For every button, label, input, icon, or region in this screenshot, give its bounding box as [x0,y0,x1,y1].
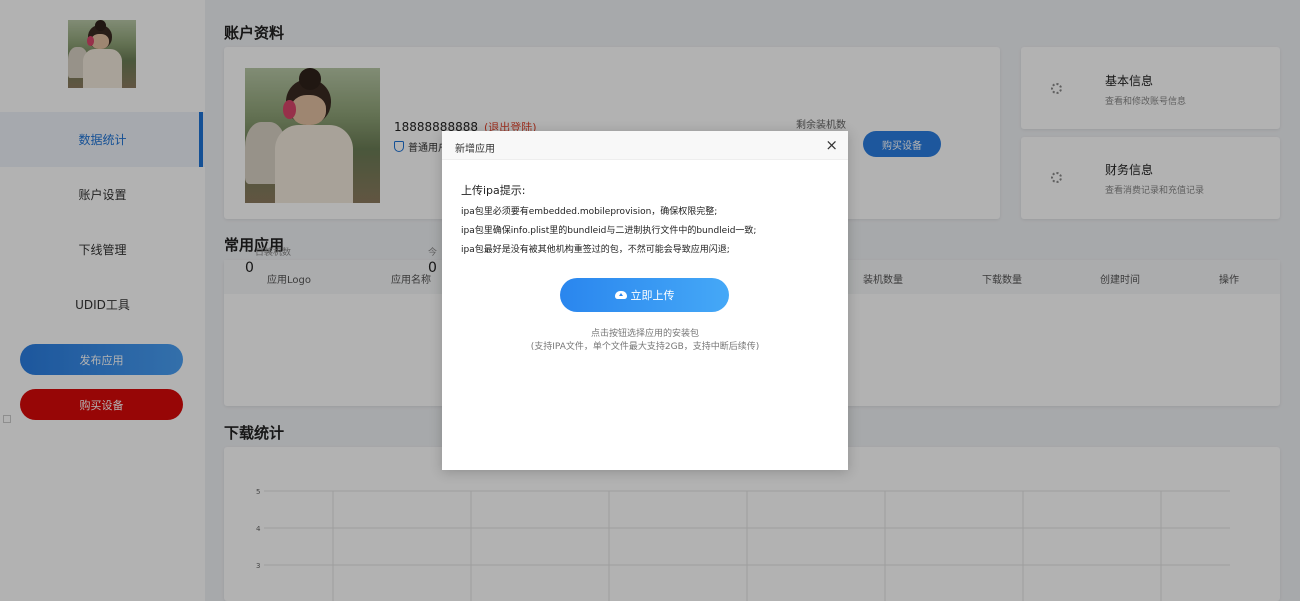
upload-tip-2: ipa包里确保info.plist里的bundleid与二进制执行文件中的bun… [461,226,757,236]
upload-tip-3: ipa包最好是没有被其他机构重签过的包，不然可能会导致应用闪退; [461,245,730,255]
modal-header: 新增应用 × [442,131,848,160]
modal-title: 新增应用 [455,144,495,155]
cloud-upload-icon [614,291,627,299]
upload-now-button[interactable]: 立即上传 [560,278,729,312]
new-app-modal: 新增应用 × 上传ipa提示: ipa包里必须要有embedded.mobile… [442,131,848,470]
upload-hint: 点击按钮选择应用的安装包 [590,329,699,339]
upload-button-label: 立即上传 [630,289,675,302]
close-icon[interactable]: × [825,136,838,154]
upload-tip-1: ipa包里必须要有embedded.mobileprovision，确保权限完整… [461,207,718,217]
upload-tips-title: 上传ipa提示: [461,184,526,197]
upload-hint-details: (支持IPA文件，单个文件最大支持2GB，支持中断后续传) [530,342,760,352]
